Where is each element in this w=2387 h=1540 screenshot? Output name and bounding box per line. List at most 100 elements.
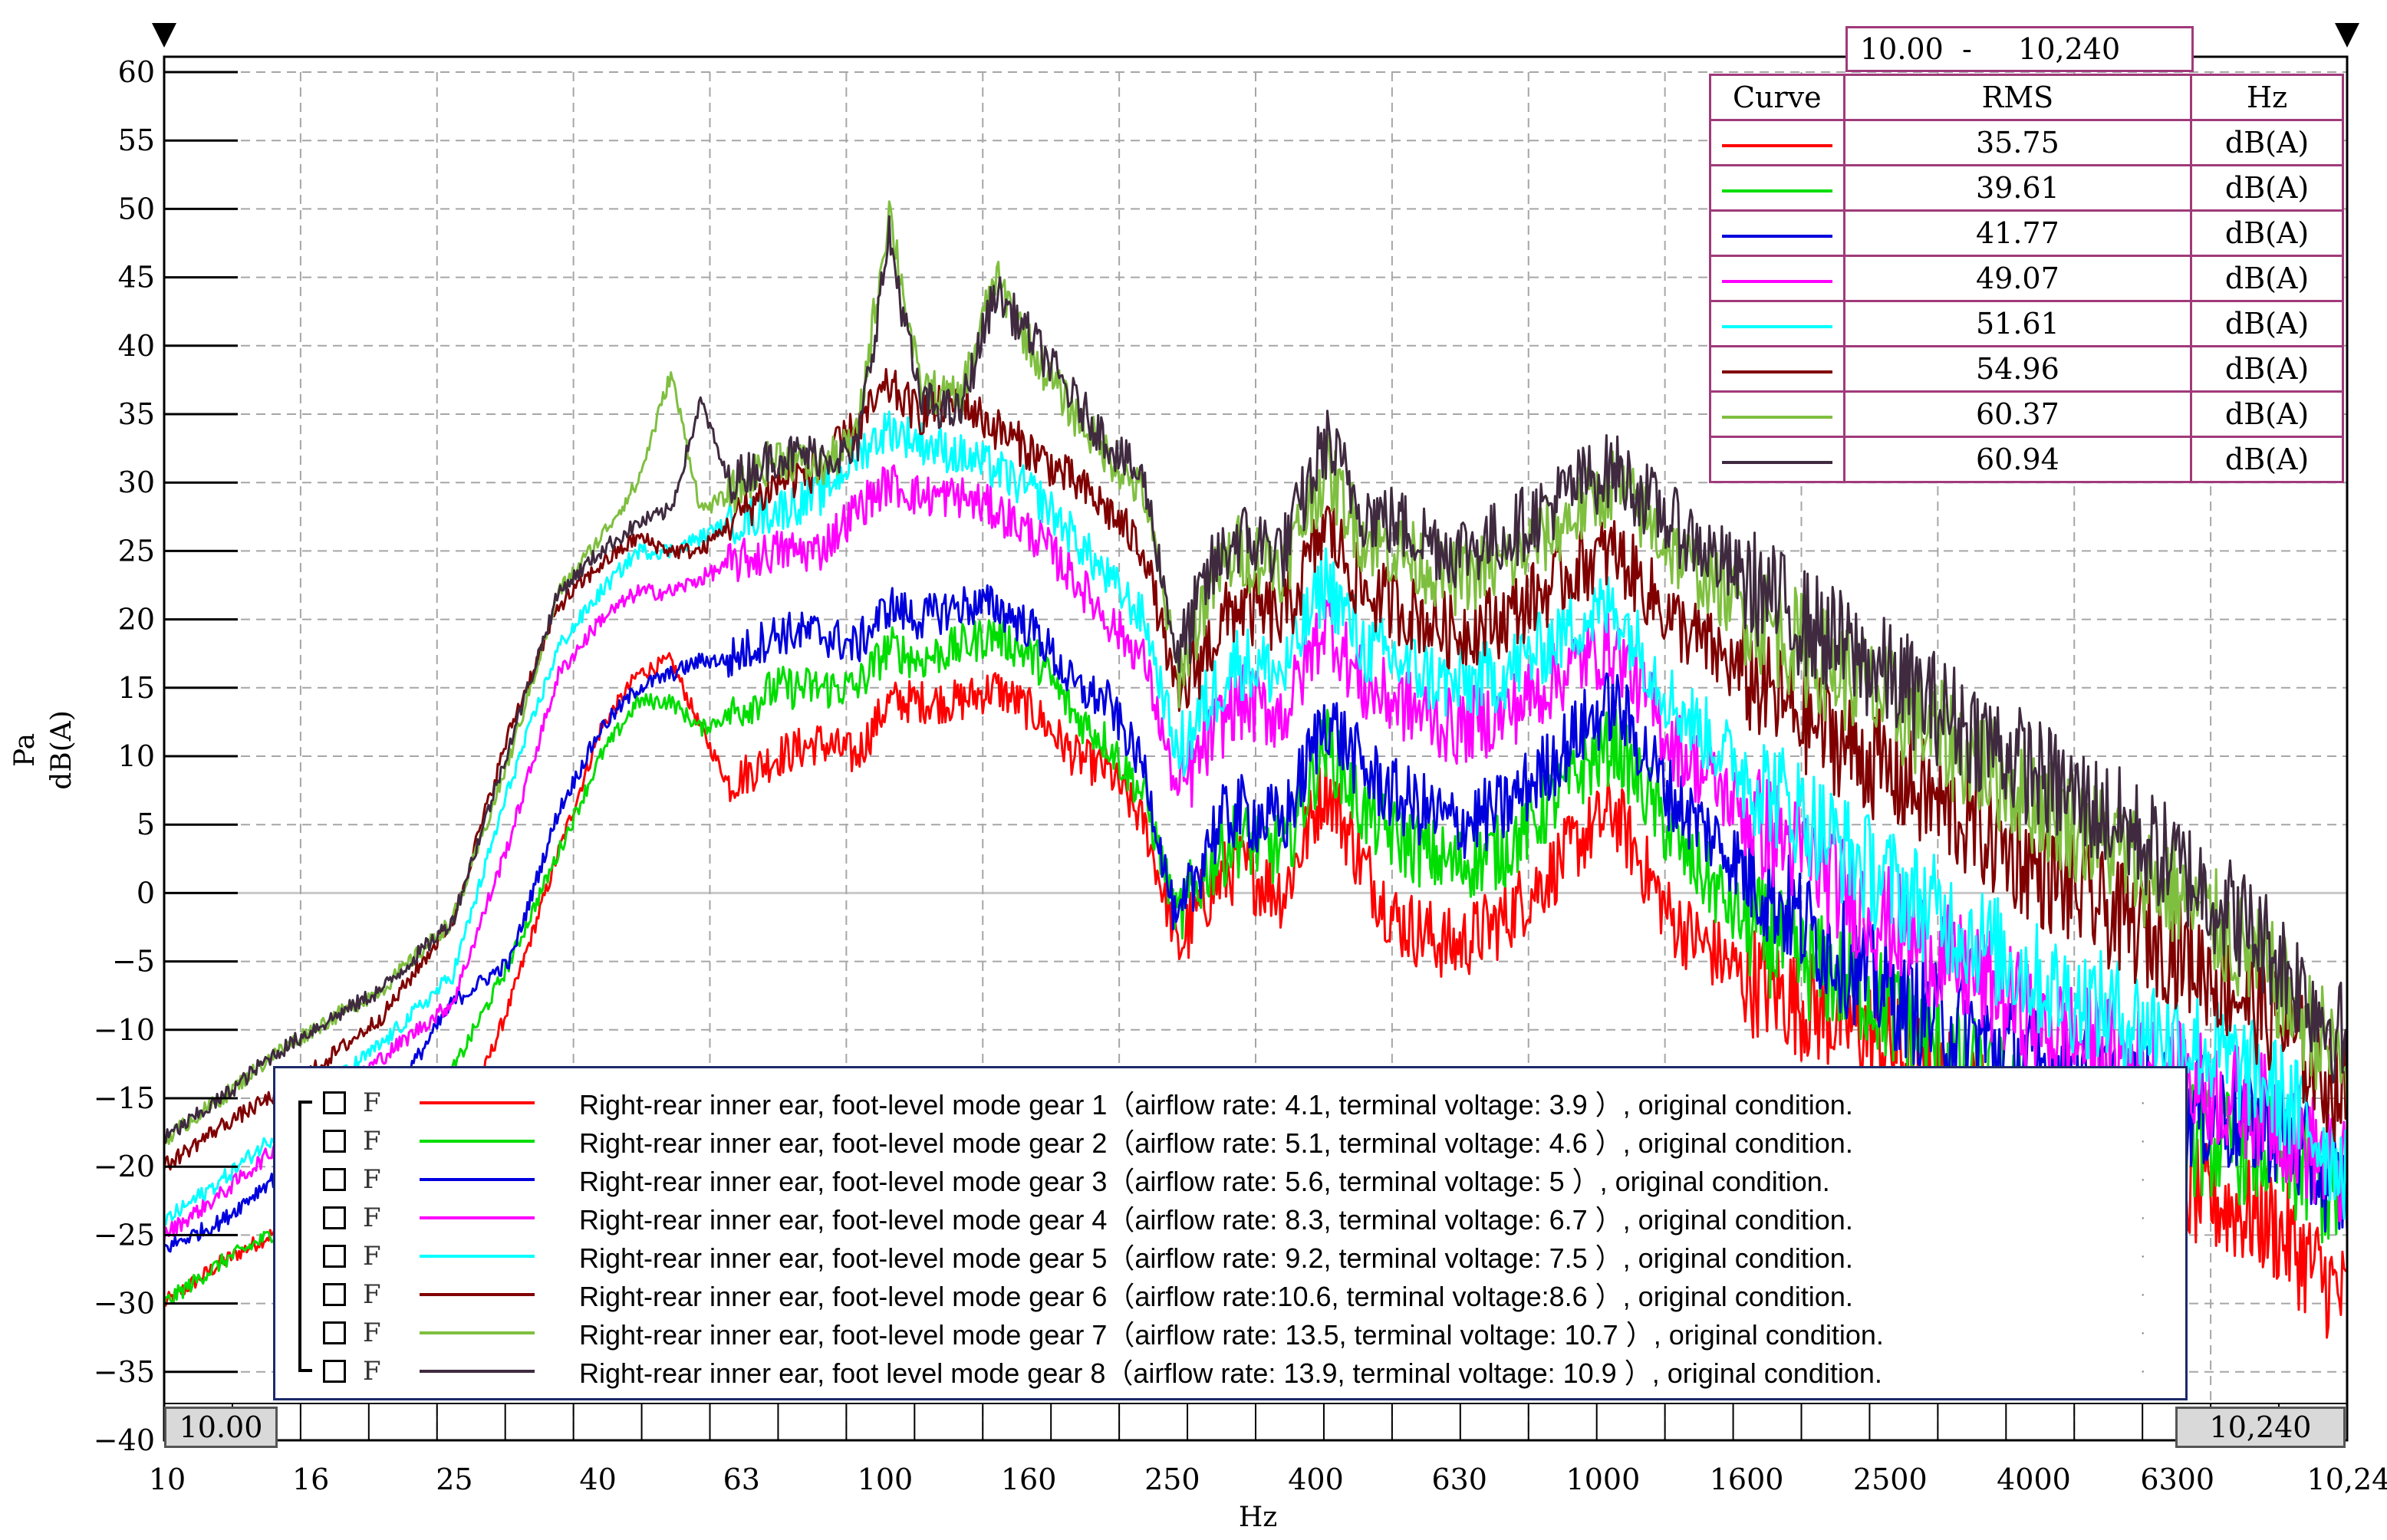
rms-unit-cell: dB(A): [2190, 164, 2344, 212]
legend-swatch: [420, 1216, 535, 1219]
y-tick-label: 30: [118, 466, 155, 499]
y-axis-label-dba: dB(A): [46, 710, 77, 790]
y-tick-label: 45: [118, 261, 155, 295]
rms-value-cell: 60.37: [1842, 390, 2193, 438]
legend-item-gear-6[interactable]: F Right-rear inner ear, foot-level mode g…: [306, 1275, 2162, 1314]
rms-curve-cell: [1709, 119, 1845, 166]
legend-label: Right-rear inner ear, foot-level mode ge…: [579, 1166, 1830, 1197]
rms-value-cell: 41.77: [1842, 209, 2193, 257]
x-tick-label: 4000: [1997, 1463, 2071, 1496]
rms-unit-cell: dB(A): [2190, 209, 2344, 257]
rms-row-gear-7: 60.37 dB(A): [1709, 390, 2344, 438]
legend-checkbox[interactable]: [323, 1360, 346, 1383]
rms-row-gear-6: 54.96 dB(A): [1709, 345, 2344, 393]
x-tick-label: 100: [858, 1463, 914, 1496]
range-start-label: 10.00: [179, 1410, 263, 1444]
legend-item-gear-1[interactable]: F Right-rear inner ear, foot-level mode g…: [306, 1084, 2162, 1122]
rms-curve-swatch: [1721, 460, 1832, 464]
legend-checkbox[interactable]: [323, 1206, 346, 1229]
legend-item-gear-4[interactable]: F Right-rear inner ear, foot-level mode g…: [306, 1199, 2162, 1237]
rms-row-gear-5: 51.61 dB(A): [1709, 300, 2344, 347]
y-axis-label-pa: Pa: [9, 733, 41, 767]
rms-row-gear-4: 49.07 dB(A): [1709, 255, 2344, 302]
legend-label: Right-rear inner ear, foot level mode ge…: [579, 1357, 1882, 1389]
rms-header-row: Curve RMS Hz: [1709, 74, 2344, 121]
y-tick-label: −25: [94, 1218, 155, 1252]
x-tick-label: 63: [723, 1463, 760, 1496]
legend-item-gear-3[interactable]: F Right-rear inner ear, foot-level mode g…: [306, 1160, 2162, 1199]
right-cursor-marker[interactable]: [2335, 23, 2359, 48]
rms-unit-cell: dB(A): [2190, 436, 2344, 483]
legend-label: Right-rear inner ear, foot-level mode ge…: [579, 1127, 1853, 1159]
rms-curve-cell: [1709, 255, 1845, 302]
rms-value-cell: 51.61: [1842, 300, 2193, 347]
legend-item-gear-2[interactable]: F Right-rear inner ear, foot-level mode g…: [306, 1122, 2162, 1160]
legend-swatch: [420, 1293, 535, 1296]
rms-value-cell: 49.07: [1842, 255, 2193, 302]
legend-swatch: [420, 1101, 535, 1104]
y-tick-label: 15: [118, 671, 155, 705]
y-tick-label: −40: [94, 1423, 155, 1457]
y-tick-label: 40: [118, 329, 155, 363]
y-tick-label: 35: [118, 397, 155, 431]
rms-curve-swatch: [1721, 234, 1832, 238]
legend-checkbox[interactable]: [323, 1168, 346, 1191]
legend-dot: ·: [2140, 1094, 2145, 1111]
range-start-box[interactable]: 10.00: [164, 1407, 278, 1448]
rms-curve-swatch: [1721, 415, 1832, 419]
range-end-label: 10,240: [2209, 1410, 2312, 1444]
rms-value-cell: 35.75: [1842, 119, 2193, 166]
legend-dot: ·: [2140, 1247, 2145, 1265]
legend-flag: F: [363, 1356, 381, 1387]
rms-header-rms: RMS: [1842, 74, 2193, 121]
legend-checkbox[interactable]: [323, 1283, 346, 1306]
legend-dot: ·: [2140, 1362, 2145, 1380]
legend-item-gear-8[interactable]: F Right-rear inner ear, foot level mode g…: [306, 1352, 2162, 1390]
y-tick-label: −20: [94, 1150, 155, 1183]
y-tick-label: 20: [118, 603, 155, 637]
legend-dot: ·: [2140, 1209, 2145, 1226]
legend-flag: F: [363, 1241, 381, 1272]
legend-item-gear-5[interactable]: F Right-rear inner ear, foot-level mode g…: [306, 1237, 2162, 1275]
x-tick-label: 250: [1144, 1463, 1200, 1496]
x-tick-label: 16: [292, 1463, 329, 1496]
rms-row-gear-2: 39.61 dB(A): [1709, 164, 2344, 212]
rms-header-unit: Hz: [2190, 74, 2344, 121]
rms-grid: Curve RMS Hz 35.75 dB(A) 39.61 dB(A) 41.77 dB…: [1709, 74, 2344, 483]
legend-label: Right-rear inner ear, foot-level mode ge…: [579, 1242, 1853, 1274]
range-end-box[interactable]: 10,240: [2175, 1407, 2346, 1448]
x-tick-label: 160: [1001, 1463, 1057, 1496]
legend-checkbox[interactable]: [323, 1321, 346, 1344]
legend: F Right-rear inner ear, foot-level mode g…: [273, 1066, 2188, 1400]
legend-checkbox[interactable]: [323, 1245, 346, 1268]
y-tick-label: 55: [118, 123, 155, 157]
legend-swatch: [420, 1255, 535, 1258]
y-tick-label: 5: [137, 808, 155, 841]
rms-curve-cell: [1709, 209, 1845, 257]
rms-curve-cell: [1709, 164, 1845, 212]
rms-curve-cell: [1709, 345, 1845, 393]
x-tick-label: 40: [579, 1463, 616, 1496]
rms-unit-cell: dB(A): [2190, 300, 2344, 347]
y-tick-label: 10: [118, 739, 155, 773]
x-tick-label: 25: [436, 1463, 472, 1496]
y-tick-label: −15: [94, 1081, 155, 1115]
rms-range-box: 10.00 - 10,240: [1845, 26, 2194, 72]
rms-unit-cell: dB(A): [2190, 345, 2344, 393]
left-cursor-marker[interactable]: [152, 23, 176, 48]
legend-checkbox[interactable]: [323, 1130, 346, 1153]
y-tick-label: −35: [94, 1355, 155, 1389]
x-axis-label: Hz: [1239, 1502, 1277, 1533]
rms-curve-cell: [1709, 436, 1845, 483]
legend-label: Right-rear inner ear, foot-level mode ge…: [579, 1319, 1884, 1351]
y-tick-label: 50: [118, 192, 155, 225]
rms-unit-cell: dB(A): [2190, 119, 2344, 166]
legend-checkbox[interactable]: [323, 1091, 346, 1114]
rms-row-gear-8: 60.94 dB(A): [1709, 436, 2344, 483]
legend-item-gear-7[interactable]: F Right-rear inner ear, foot-level mode g…: [306, 1314, 2162, 1352]
rms-curve-swatch: [1721, 189, 1832, 192]
rms-curve-swatch: [1721, 324, 1832, 328]
legend-swatch: [420, 1140, 535, 1143]
rms-unit-cell: dB(A): [2190, 390, 2344, 438]
legend-label: Right-rear inner ear, foot-level mode ge…: [579, 1204, 1853, 1236]
